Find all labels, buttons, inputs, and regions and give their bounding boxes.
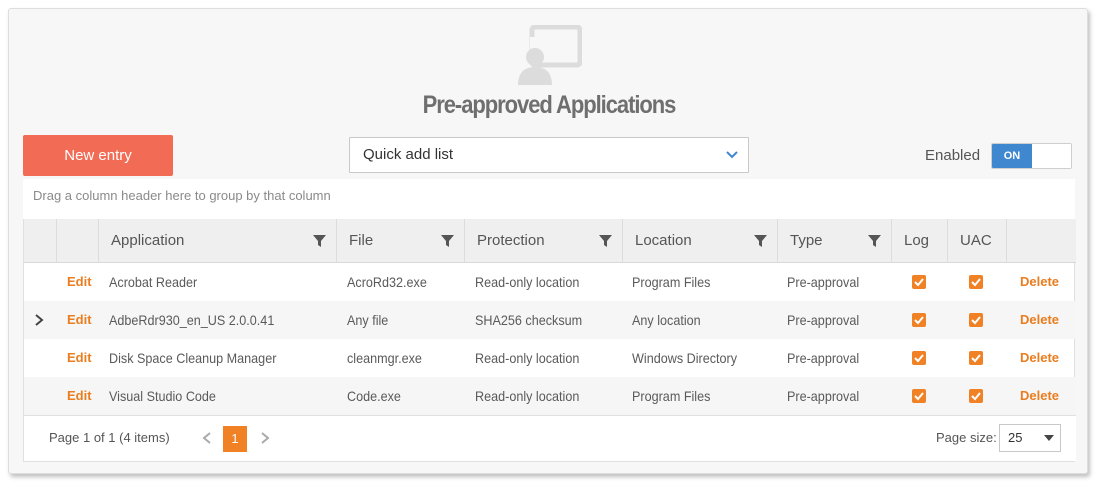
enabled-toggle[interactable]: ON: [991, 143, 1072, 169]
header-log[interactable]: Log: [891, 219, 947, 263]
quick-add-list-value: Quick add list: [363, 146, 454, 163]
checkmark-icon: [971, 316, 981, 325]
uac-checkbox[interactable]: [969, 313, 983, 327]
header-protection[interactable]: Protection: [464, 219, 622, 263]
checkmark-icon: [914, 392, 924, 401]
enabled-label: Enabled: [925, 147, 981, 164]
log-checkbox[interactable]: [912, 351, 926, 365]
protection-cell: Read-only location: [475, 350, 580, 366]
page-size-value: 25: [1008, 430, 1023, 445]
page-size-select[interactable]: 25: [999, 424, 1061, 452]
header-type[interactable]: Type: [777, 219, 891, 263]
delete-link[interactable]: Delete: [1020, 377, 1059, 415]
application-cell: Visual Studio Code: [109, 388, 216, 404]
applications-grid: Application File Protection Location Typ…: [23, 219, 1076, 462]
chevron-right-icon[interactable]: [260, 431, 270, 445]
type-cell: Pre-approval: [787, 388, 860, 404]
edit-link[interactable]: Edit: [67, 339, 92, 377]
table-row: Edit Visual Studio Code Code.exe Read-on…: [24, 377, 1076, 415]
page-title: Pre-approved Applications: [422, 91, 677, 119]
header-uac[interactable]: UAC: [947, 219, 1006, 263]
file-cell: Any file: [347, 312, 389, 328]
delete-link[interactable]: Delete: [1020, 339, 1059, 377]
toggle-on-label: ON: [992, 144, 1032, 168]
header-application-label: Application: [111, 232, 185, 249]
filter-icon[interactable]: [754, 235, 767, 247]
type-cell: Pre-approval: [787, 350, 860, 366]
application-cell: Disk Space Cleanup Manager: [109, 350, 277, 366]
header-type-label: Type: [790, 232, 823, 249]
checkmark-icon: [971, 354, 981, 363]
checkmark-icon: [971, 278, 981, 287]
chevron-left-icon[interactable]: [202, 431, 212, 445]
remote-desktop-user-icon: [518, 25, 582, 85]
edit-link[interactable]: Edit: [67, 301, 92, 339]
filter-icon[interactable]: [599, 235, 612, 247]
checkmark-icon: [914, 316, 924, 325]
header-expand-column: [24, 219, 56, 263]
uac-checkbox[interactable]: [969, 275, 983, 289]
delete-link[interactable]: Delete: [1020, 301, 1059, 339]
grid-header: Application File Protection Location Typ…: [24, 219, 1076, 263]
uac-checkbox[interactable]: [969, 351, 983, 365]
log-checkbox[interactable]: [912, 313, 926, 327]
location-cell: Program Files: [632, 274, 711, 290]
caret-down-icon: [1044, 435, 1054, 441]
group-by-drop-area[interactable]: Drag a column header here to group by th…: [23, 179, 1075, 219]
header-protection-label: Protection: [477, 232, 545, 249]
page-number-button[interactable]: 1: [223, 426, 247, 452]
log-checkbox[interactable]: [912, 275, 926, 289]
pager-info: Page 1 of 1 (4 items): [49, 430, 170, 445]
application-cell: AdbeRdr930_en_US 2.0.0.41: [109, 312, 275, 328]
chevron-right-icon[interactable]: [34, 313, 44, 327]
new-entry-button[interactable]: New entry: [23, 135, 173, 176]
location-cell: Program Files: [632, 388, 711, 404]
header-application[interactable]: Application: [98, 219, 336, 263]
protection-cell: Read-only location: [475, 388, 580, 404]
pager: Page 1 of 1 (4 items) 1 Page size: 25: [24, 415, 1076, 461]
pre-approved-panel: Pre-approved Applications New entry Quic…: [8, 8, 1088, 474]
edit-link[interactable]: Edit: [67, 263, 92, 301]
filter-icon[interactable]: [441, 235, 454, 247]
filter-icon[interactable]: [313, 235, 326, 247]
checkmark-icon: [971, 392, 981, 401]
checkmark-icon: [914, 278, 924, 287]
chevron-down-icon: [726, 151, 738, 159]
header-file[interactable]: File: [336, 219, 464, 263]
edit-link[interactable]: Edit: [67, 377, 92, 415]
header-file-label: File: [349, 232, 374, 249]
delete-link[interactable]: Delete: [1020, 263, 1059, 301]
location-cell: Windows Directory: [632, 350, 738, 366]
page-size-label: Page size:: [936, 430, 997, 445]
protection-cell: Read-only location: [475, 274, 580, 290]
uac-checkbox[interactable]: [969, 389, 983, 403]
table-row: Edit Acrobat Reader AcroRd32.exe Read-on…: [24, 263, 1076, 301]
header-location[interactable]: Location: [622, 219, 777, 263]
file-cell: Code.exe: [347, 388, 401, 404]
quick-add-list-select[interactable]: Quick add list: [349, 137, 749, 173]
filter-icon[interactable]: [868, 235, 881, 247]
type-cell: Pre-approval: [787, 274, 860, 290]
location-cell: Any location: [632, 312, 701, 328]
header-delete-column: [1006, 219, 1076, 263]
file-cell: AcroRd32.exe: [347, 274, 427, 290]
header-edit-column: [56, 219, 98, 263]
header-uac-label: UAC: [960, 232, 992, 249]
header-location-label: Location: [635, 232, 692, 249]
protection-cell: SHA256 checksum: [475, 312, 583, 328]
log-checkbox[interactable]: [912, 389, 926, 403]
file-cell: cleanmgr.exe: [347, 350, 422, 366]
type-cell: Pre-approval: [787, 312, 860, 328]
application-cell: Acrobat Reader: [109, 274, 198, 290]
table-row: Edit AdbeRdr930_en_US 2.0.0.41 Any file …: [24, 301, 1076, 339]
checkmark-icon: [914, 354, 924, 363]
header-log-label: Log: [904, 232, 930, 249]
table-row: Edit Disk Space Cleanup Manager cleanmgr…: [24, 339, 1076, 377]
